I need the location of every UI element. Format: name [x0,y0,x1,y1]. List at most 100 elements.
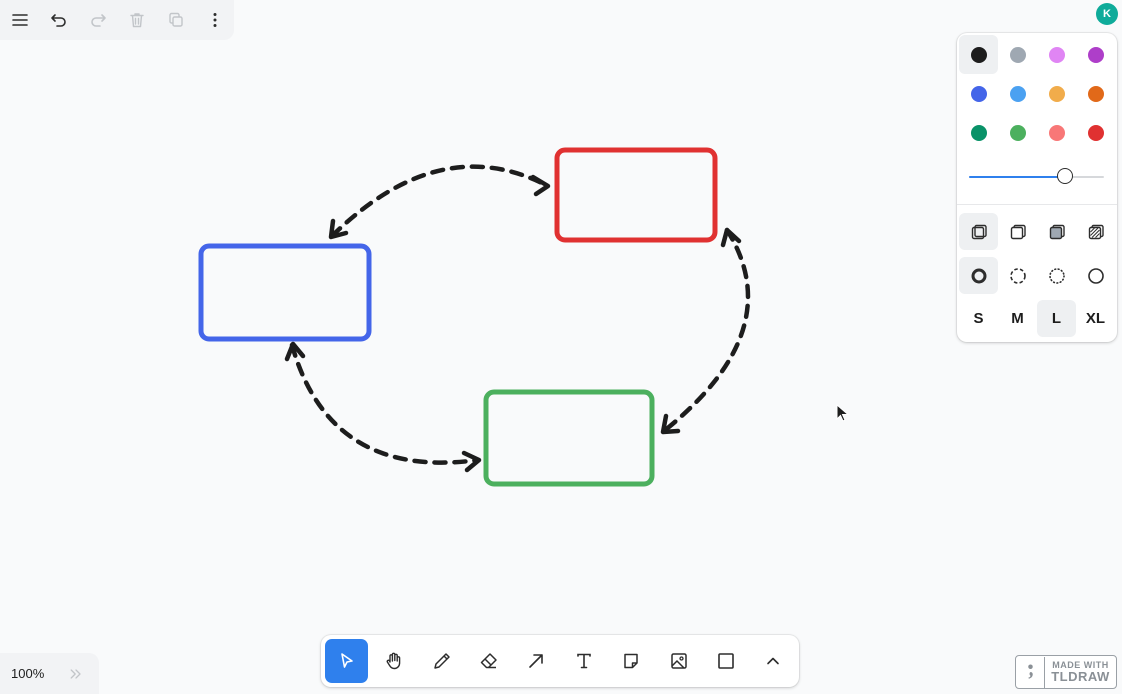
color-swatch [1087,85,1104,102]
tldraw-logo [1016,656,1045,688]
watermark-line2: TLDRAW [1051,669,1110,684]
rectangle-tool-icon [718,653,734,669]
color-swatch [1009,85,1026,102]
color-blue-button[interactable] [959,74,998,113]
mouse-cursor-icon [836,404,850,422]
arrow-blue-green[interactable] [284,341,482,473]
size-m-button[interactable]: M [998,300,1037,337]
color-swatch [1009,124,1026,141]
dash-dotted-button[interactable] [1037,257,1076,294]
more-tools-button[interactable] [752,639,795,683]
hand-tool-button[interactable] [372,639,415,683]
main-menu-button[interactable] [0,0,39,40]
fill-none-button[interactable] [959,213,998,250]
color-swatch [1009,46,1026,63]
drawing-canvas[interactable] [0,0,1122,694]
dash-style-row [959,257,1115,294]
select-tool-button[interactable] [325,639,369,683]
hand-tool-icon [386,652,401,670]
color-green-button[interactable] [959,113,998,152]
undo-icon [50,14,66,27]
fill-semi-icon [1010,224,1026,239]
panel-divider [957,204,1117,205]
delete-button[interactable] [117,0,156,40]
expand-minimap-button[interactable] [66,664,86,684]
select-tool-icon [340,653,353,668]
user-avatar[interactable]: K [1096,3,1118,25]
color-swatch [1048,124,1065,141]
fill-pattern-button[interactable] [1076,213,1115,250]
color-light-red-button[interactable] [1037,113,1076,152]
color-light-violet-button[interactable] [1037,35,1076,74]
blue-rectangle[interactable] [198,243,372,342]
eraser-tool-button[interactable] [467,639,510,683]
fill-semi-button[interactable] [998,213,1037,250]
color-picker [959,35,1115,152]
dash-dashed-button[interactable] [998,257,1037,294]
color-swatch [970,46,987,63]
color-violet-button[interactable] [1076,35,1115,74]
text-tool-icon [576,653,591,669]
redo-button[interactable] [78,0,117,40]
note-tool-icon [624,653,638,669]
note-tool-button[interactable] [609,639,652,683]
color-swatch [1048,46,1065,63]
duplicate-button[interactable] [156,0,195,40]
double-chevron-right-icon [70,668,81,679]
draw-tool-button[interactable] [420,639,463,683]
slider-fill [969,176,1065,178]
color-black-button[interactable] [959,35,998,74]
dash-solid-button[interactable] [1076,257,1115,294]
text-tool-button[interactable] [562,639,605,683]
red-rectangle[interactable] [554,147,718,243]
fill-none-icon [971,224,987,239]
color-light-green-button[interactable] [998,113,1037,152]
color-swatch [1087,46,1104,63]
arrow-tool-button[interactable] [515,639,558,683]
image-tool-icon [670,653,687,669]
zoom-bar: 100% [0,653,99,694]
size-l-button[interactable]: L [1037,300,1076,337]
trash-icon [129,13,144,28]
rectangle-tool-button[interactable] [704,639,747,683]
color-yellow-button[interactable] [1037,74,1076,113]
draw-tool-icon [433,653,450,669]
made-with-tldraw-badge[interactable]: MADE WITH TLDRAW [1015,655,1117,689]
undo-button[interactable] [39,0,78,40]
fill-style-row [959,213,1115,250]
arrow-blue-red[interactable] [328,164,551,240]
image-tool-button[interactable] [657,639,700,683]
slider-thumb[interactable] [1057,168,1073,184]
tldraw-logo-icon [1027,664,1033,679]
color-light-blue-button[interactable] [998,74,1037,113]
fill-solid-icon [1049,224,1065,239]
dash-dotted-icon [1048,267,1065,284]
more-options-button[interactable] [195,0,234,40]
fill-pattern-icon [1088,224,1104,239]
size-row: S M L XL [959,300,1115,337]
style-panel: S M L XL [957,33,1117,342]
arrow-tool-icon [529,654,544,668]
menu-icon [11,14,28,26]
more-vertical-icon [213,13,216,27]
dash-draw-icon [971,268,986,283]
color-swatch [970,124,987,141]
color-orange-button[interactable] [1076,74,1115,113]
color-grey-button[interactable] [998,35,1037,74]
duplicate-icon [168,12,183,27]
green-rectangle[interactable] [483,389,655,487]
opacity-slider[interactable] [969,168,1104,184]
arrow-red-green[interactable] [660,227,751,435]
dash-draw-button[interactable] [959,257,998,294]
size-xl-button[interactable]: XL [1076,300,1115,337]
zoom-level[interactable]: 100% [11,666,66,681]
color-red-button[interactable] [1076,113,1115,152]
redo-icon [90,14,106,27]
main-toolbar [321,635,799,687]
size-s-button[interactable]: S [959,300,998,337]
color-swatch [1048,85,1065,102]
chevron-up-icon [767,657,780,665]
top-menu-bar [0,0,234,40]
fill-solid-button[interactable] [1037,213,1076,250]
color-swatch [970,85,987,102]
